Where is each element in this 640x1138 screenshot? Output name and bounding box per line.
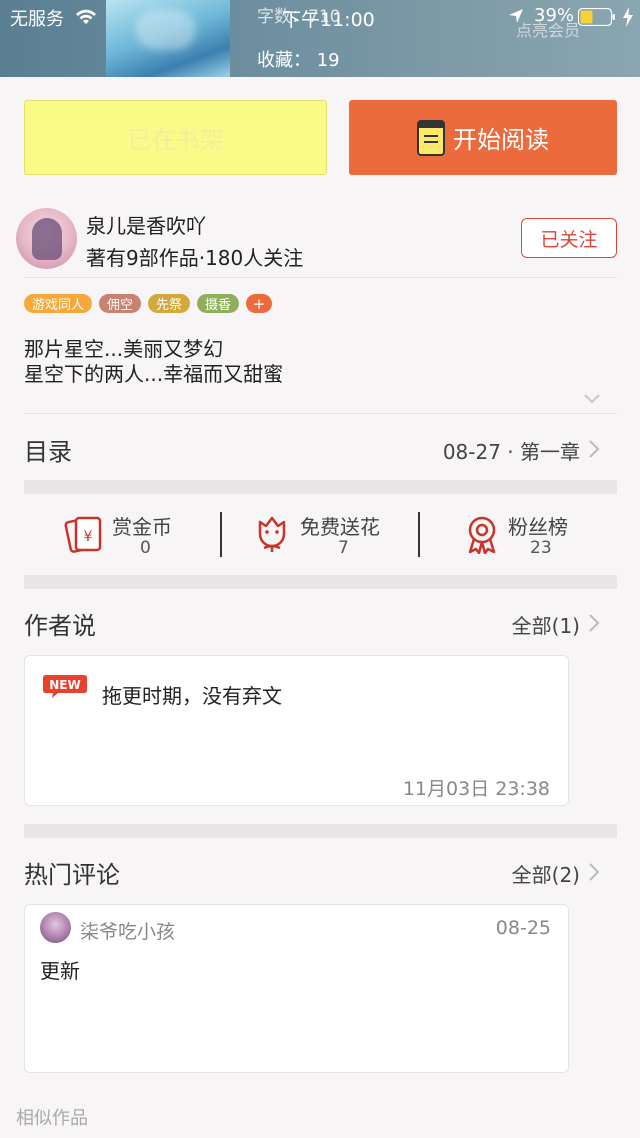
comment-date: 08-25 (495, 917, 551, 939)
battery-icon (578, 8, 615, 26)
author-says-more: 全部(1) (511, 614, 580, 638)
vertical-divider (418, 512, 420, 557)
latest-chapter: 08-27 · 第一章 (442, 440, 580, 464)
favorites-count: 收藏： 19 (257, 50, 340, 71)
section-separator (24, 824, 617, 838)
red-envelope-icon: ¥ (64, 516, 102, 553)
section-separator (24, 575, 617, 589)
catalog-title: 目录 (24, 438, 72, 466)
hot-comments-title: 热门评论 (24, 861, 120, 889)
stat-label: 粉丝榜 (508, 515, 568, 539)
synopsis-line: 那片星空...美丽又梦幻 (24, 337, 224, 361)
author-name[interactable]: 泉儿是香吹吖 (86, 210, 206, 239)
vertical-divider (220, 512, 222, 557)
medal-icon (468, 516, 496, 554)
fan-ranking-stat[interactable]: 粉丝榜 23 (462, 508, 592, 558)
book-synopsis: 那片星空...美丽又梦幻 星空下的两人...幸福而又甜蜜 (24, 337, 283, 387)
add-tag-button[interactable]: + (246, 294, 273, 313)
in-bookshelf-label: 已在书架 (127, 126, 224, 154)
chevron-right-icon (589, 614, 600, 632)
tag-item[interactable]: 佣空 (99, 294, 142, 313)
new-badge-icon: NEW (43, 675, 87, 698)
tag-list: 游戏同人 佣空 先祭 摄香 + (24, 294, 273, 313)
tag-item[interactable]: 游戏同人 (24, 294, 93, 313)
book-icon (417, 119, 445, 156)
flower-icon (258, 516, 286, 552)
carrier-label: 无服务 (10, 9, 64, 30)
section-separator (24, 480, 617, 494)
chevron-down-icon[interactable] (583, 393, 601, 405)
stat-label: 赏金币 (112, 515, 172, 539)
synopsis-line: 星空下的两人...幸福而又甜蜜 (24, 362, 284, 386)
similar-works-title: 相似作品 (16, 1108, 88, 1129)
comment-text: 更新 (40, 959, 80, 983)
stat-label: 免费送花 (300, 515, 380, 539)
divider (24, 277, 617, 278)
wifi-icon (76, 9, 96, 24)
start-reading-button[interactable]: 开始阅读 (349, 100, 617, 175)
hot-comments-more: 全部(2) (511, 863, 580, 887)
author-avatar[interactable] (16, 208, 77, 269)
stat-value: 0 (140, 538, 151, 558)
chevron-right-icon (589, 863, 600, 881)
author-note-text: 拖更时期，没有弃文 (102, 684, 282, 708)
free-flowers-stat[interactable]: 免费送花 7 (252, 508, 402, 558)
chevron-right-icon (589, 440, 600, 458)
author-meta: 著有9部作品·180人关注 (86, 246, 304, 270)
author-note-time: 11月03日 23:38 (402, 778, 550, 800)
charging-bolt-icon (623, 7, 633, 27)
following-label: 已关注 (540, 228, 598, 251)
author-says-title: 作者说 (24, 612, 96, 640)
tag-item[interactable]: 先祭 (148, 294, 191, 313)
reward-coins-stat[interactable]: ¥ 赏金币 0 (64, 508, 204, 558)
clock: 下午11:00 (282, 9, 375, 31)
battery-percent: 39% (534, 5, 575, 26)
stat-value: 23 (530, 538, 552, 558)
following-button[interactable]: 已关注 (521, 218, 617, 258)
start-reading-label: 开始阅读 (453, 126, 549, 154)
commenter-name[interactable]: 柒爷吃小孩 (80, 917, 175, 944)
status-bar: 无服务 下午11:00 39% (0, 0, 640, 34)
location-arrow-icon (509, 9, 523, 23)
new-badge-label: NEW (49, 678, 80, 692)
tag-item[interactable]: 摄香 (197, 294, 240, 313)
stat-value: 7 (338, 538, 349, 558)
svg-text:¥: ¥ (84, 529, 93, 545)
book-header-banner: 字数：710 收藏： 19 点亮会员 无服务 下午11:00 39% (0, 0, 640, 77)
commenter-avatar[interactable] (40, 912, 71, 943)
divider (24, 413, 617, 414)
in-bookshelf-button[interactable]: 已在书架 (24, 100, 327, 175)
